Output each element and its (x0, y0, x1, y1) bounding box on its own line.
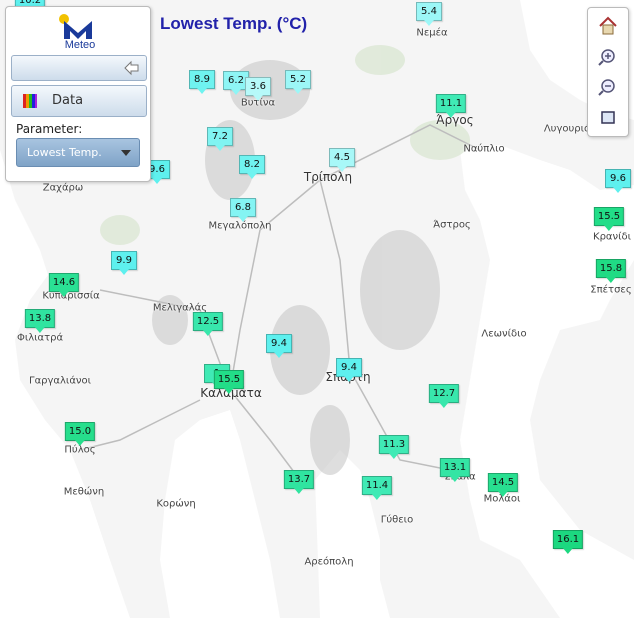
temperature-marker[interactable]: 13.1 (439, 458, 471, 482)
place-label: Σπέτσες (590, 284, 632, 296)
place-label: Κυπαρισσία (42, 290, 100, 302)
zoom-out-button[interactable] (593, 74, 623, 100)
place-label: Λεωνίδιο (481, 328, 527, 340)
place-label: Μεθώνη (63, 486, 105, 498)
place-label: Γαργαλιάνοι (28, 375, 92, 387)
temperature-marker[interactable]: 5.2 (285, 70, 311, 94)
place-label: Ζαχάρω (42, 182, 84, 194)
data-button-label: Data (52, 93, 84, 108)
temperature-marker[interactable]: 15.5 (593, 207, 625, 231)
chevron-down-icon (121, 150, 131, 156)
arrow-left-icon (124, 60, 139, 76)
temperature-marker[interactable]: 15.8 (595, 259, 627, 283)
temperature-marker[interactable]: 13.8 (24, 309, 56, 333)
temperature-marker[interactable]: 11.1 (435, 94, 467, 118)
meteo-logo: Meteo (56, 13, 104, 53)
temperature-marker[interactable]: 12.7 (428, 384, 460, 408)
temperature-marker[interactable]: 8.2 (239, 155, 265, 179)
zoom-out-icon (598, 79, 615, 96)
collapse-panel-button[interactable] (11, 55, 147, 81)
parameter-select-value: Lowest Temp. (27, 146, 102, 159)
place-label: Άστρος (433, 219, 471, 231)
place-label: Αρεόπολη (304, 556, 354, 568)
parameter-label: Parameter: (16, 122, 83, 136)
temperature-marker[interactable]: 4.5 (329, 148, 355, 172)
home-button[interactable] (593, 13, 623, 39)
temperature-marker[interactable]: 6.8 (230, 198, 256, 222)
logo-text: Meteo (64, 39, 96, 51)
place-label: Κρανίδι (593, 231, 631, 243)
temperature-marker[interactable]: 9.4 (336, 358, 362, 382)
temperature-marker[interactable]: 15.5 (213, 370, 245, 394)
logo-icon (59, 14, 92, 39)
temperature-marker[interactable]: 13.7 (283, 470, 315, 494)
palette-icon (23, 94, 37, 108)
map-title: Lowest Temp. (°C) (160, 14, 308, 33)
parameter-select[interactable]: Lowest Temp. (16, 138, 140, 167)
map-toolbar (587, 7, 629, 137)
place-label: Πύλος (64, 444, 96, 456)
temperature-marker[interactable]: 3.6 (245, 77, 271, 101)
temperature-marker[interactable]: 11.3 (378, 435, 410, 459)
temperature-marker[interactable]: 9.9 (111, 251, 137, 275)
temperature-marker[interactable]: 9.6 (605, 169, 631, 193)
temperature-marker[interactable]: 7.2 (207, 127, 233, 151)
home-icon (599, 16, 617, 35)
temperature-marker[interactable]: 14.5 (487, 473, 519, 497)
control-panel: Meteo Data Parameter: Lowest Temp. (5, 6, 151, 182)
place-label: Ναύπλιο (463, 143, 505, 155)
place-label: Γύθειο (380, 514, 414, 526)
temperature-marker[interactable]: 12.5 (192, 312, 224, 336)
zoom-extent-icon (601, 111, 615, 124)
place-label: Νεμέα (416, 27, 448, 39)
temperature-marker[interactable]: 9.4 (266, 334, 292, 358)
zoom-extent-button[interactable] (593, 105, 623, 131)
temperature-marker[interactable]: 5.4 (416, 2, 442, 26)
data-button[interactable]: Data (11, 85, 147, 117)
temperature-marker[interactable]: 11.4 (361, 476, 393, 500)
place-label: Φιλιατρά (16, 332, 64, 344)
place-label: Μεγαλόπολη (208, 220, 272, 232)
zoom-in-button[interactable] (593, 44, 623, 70)
place-label: Κορώνη (156, 498, 196, 510)
temperature-marker[interactable]: 16.1 (552, 530, 584, 554)
temperature-marker[interactable]: 14.6 (48, 273, 80, 297)
temperature-marker[interactable]: 15.0 (64, 422, 96, 446)
temperature-marker[interactable]: 8.9 (189, 70, 215, 94)
place-label: Τρίπολη (303, 170, 353, 184)
zoom-in-icon (598, 49, 615, 66)
place-label: Λυγουριό (543, 123, 591, 135)
